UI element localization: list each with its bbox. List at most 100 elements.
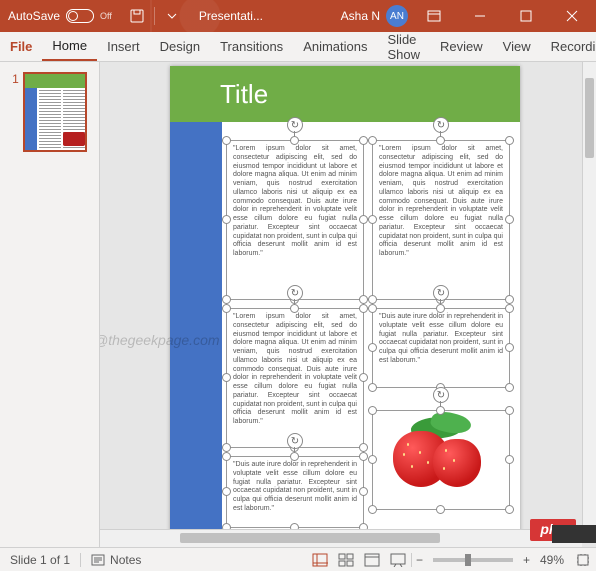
rotate-handle[interactable] bbox=[433, 285, 449, 301]
slide-title[interactable]: Title bbox=[170, 66, 520, 122]
tab-home[interactable]: Home bbox=[42, 32, 97, 61]
resize-handle[interactable] bbox=[222, 487, 231, 496]
notes-button[interactable]: Notes bbox=[81, 548, 151, 571]
rotate-handle[interactable] bbox=[433, 387, 449, 403]
resize-handle[interactable] bbox=[368, 136, 377, 145]
resize-handle[interactable] bbox=[222, 295, 231, 304]
notes-label: Notes bbox=[110, 553, 141, 567]
resize-handle[interactable] bbox=[222, 443, 231, 452]
user-avatar[interactable]: AN bbox=[386, 5, 408, 27]
user-name[interactable]: Asha N bbox=[341, 9, 380, 23]
resize-handle[interactable] bbox=[359, 304, 368, 313]
rotate-handle[interactable] bbox=[433, 117, 449, 133]
ribbon-display-button[interactable] bbox=[414, 10, 454, 22]
resize-handle[interactable] bbox=[505, 505, 514, 514]
resize-handle[interactable] bbox=[359, 452, 368, 461]
resize-handle[interactable] bbox=[222, 452, 231, 461]
resize-handle[interactable] bbox=[359, 136, 368, 145]
resize-handle[interactable] bbox=[222, 136, 231, 145]
textbox-left-3[interactable]: "Duis aute irure dolor in reprehenderit … bbox=[226, 456, 364, 528]
thumbnail-pane[interactable]: 1 bbox=[0, 62, 100, 547]
resize-handle[interactable] bbox=[505, 136, 514, 145]
tab-file[interactable]: File bbox=[0, 32, 42, 61]
resize-handle[interactable] bbox=[505, 383, 514, 392]
close-button[interactable] bbox=[552, 10, 592, 22]
slide-canvas-pane[interactable]: Title "Lorem ipsum dolor sit amet, conse… bbox=[100, 62, 596, 547]
slide-thumbnail-1[interactable]: 1 bbox=[12, 72, 87, 152]
resize-handle[interactable] bbox=[359, 215, 368, 224]
vertical-scrollbar[interactable] bbox=[582, 62, 596, 529]
tab-recording[interactable]: Recordi bbox=[541, 32, 596, 61]
tab-review[interactable]: Review bbox=[430, 32, 493, 61]
user-area: Asha N AN bbox=[341, 5, 596, 27]
tab-animations[interactable]: Animations bbox=[293, 32, 377, 61]
resize-handle[interactable] bbox=[505, 304, 514, 313]
resize-handle[interactable] bbox=[505, 295, 514, 304]
resize-handle[interactable] bbox=[436, 505, 445, 514]
tab-view[interactable]: View bbox=[493, 32, 541, 61]
textbox-left-1[interactable]: "Lorem ipsum dolor sit amet, consectetur… bbox=[226, 140, 364, 300]
resize-handle[interactable] bbox=[368, 383, 377, 392]
tab-insert[interactable]: Insert bbox=[97, 32, 150, 61]
tab-slideshow[interactable]: Slide Show bbox=[378, 32, 431, 61]
slide-sidebar-shape[interactable] bbox=[170, 122, 222, 540]
zoom-percentage[interactable]: 49% bbox=[534, 553, 570, 567]
resize-handle[interactable] bbox=[368, 406, 377, 415]
resize-handle[interactable] bbox=[505, 455, 514, 464]
minimize-button[interactable] bbox=[460, 10, 500, 22]
slideshow-view-button[interactable] bbox=[385, 548, 411, 571]
horizontal-scrollbar[interactable] bbox=[100, 529, 582, 547]
textbox-right-1[interactable]: "Lorem ipsum dolor sit amet, consectetur… bbox=[372, 140, 510, 300]
zoom-slider-thumb[interactable] bbox=[465, 554, 471, 566]
resize-handle[interactable] bbox=[368, 455, 377, 464]
resize-handle[interactable] bbox=[436, 304, 445, 313]
normal-view-button[interactable] bbox=[307, 548, 333, 571]
resize-handle[interactable] bbox=[222, 304, 231, 313]
tab-design[interactable]: Design bbox=[150, 32, 210, 61]
save-icon bbox=[130, 9, 144, 23]
workspace: 1 Title "Lorem ipsum dolor sit amet, con… bbox=[0, 62, 596, 547]
resize-handle[interactable] bbox=[505, 406, 514, 415]
slide-counter[interactable]: Slide 1 of 1 bbox=[0, 548, 80, 571]
rotate-handle[interactable] bbox=[287, 117, 303, 133]
tab-transitions[interactable]: Transitions bbox=[210, 32, 293, 61]
maximize-button[interactable] bbox=[506, 10, 546, 22]
autosave-toggle[interactable]: AutoSave Off bbox=[0, 0, 120, 32]
customize-qat-button[interactable] bbox=[155, 0, 189, 32]
fit-to-window-button[interactable] bbox=[570, 548, 596, 571]
save-button[interactable] bbox=[120, 0, 154, 32]
resize-handle[interactable] bbox=[505, 343, 514, 352]
resize-handle[interactable] bbox=[222, 373, 231, 382]
resize-handle[interactable] bbox=[505, 215, 514, 224]
resize-handle[interactable] bbox=[359, 373, 368, 382]
resize-handle[interactable] bbox=[359, 487, 368, 496]
rotate-handle[interactable] bbox=[287, 285, 303, 301]
resize-handle[interactable] bbox=[368, 343, 377, 352]
slide[interactable]: Title "Lorem ipsum dolor sit amet, conse… bbox=[170, 66, 520, 540]
zoom-in-button[interactable]: + bbox=[519, 553, 534, 567]
zoom-slider[interactable] bbox=[433, 558, 513, 562]
resize-handle[interactable] bbox=[222, 215, 231, 224]
reading-view-button[interactable] bbox=[359, 548, 385, 571]
textbox-left-2[interactable]: "Lorem ipsum dolor sit amet, consectetur… bbox=[226, 308, 364, 448]
resize-handle[interactable] bbox=[436, 136, 445, 145]
document-name[interactable]: Presentati... bbox=[189, 9, 273, 23]
resize-handle[interactable] bbox=[368, 505, 377, 514]
scrollbar-thumb[interactable] bbox=[180, 533, 440, 543]
resize-handle[interactable] bbox=[368, 304, 377, 313]
resize-handle[interactable] bbox=[290, 452, 299, 461]
resize-handle[interactable] bbox=[359, 443, 368, 452]
scrollbar-thumb[interactable] bbox=[585, 78, 594, 158]
slide-sorter-button[interactable] bbox=[333, 548, 359, 571]
zoom-out-button[interactable]: − bbox=[412, 553, 427, 567]
resize-handle[interactable] bbox=[368, 215, 377, 224]
normal-view-icon bbox=[312, 553, 328, 567]
image-strawberry[interactable] bbox=[372, 410, 510, 510]
rotate-handle[interactable] bbox=[287, 433, 303, 449]
resize-handle[interactable] bbox=[436, 406, 445, 415]
textbox-right-2[interactable]: "Duis aute irure dolor in reprehenderit … bbox=[372, 308, 510, 388]
resize-handle[interactable] bbox=[368, 295, 377, 304]
resize-handle[interactable] bbox=[359, 295, 368, 304]
resize-handle[interactable] bbox=[290, 304, 299, 313]
resize-handle[interactable] bbox=[290, 136, 299, 145]
